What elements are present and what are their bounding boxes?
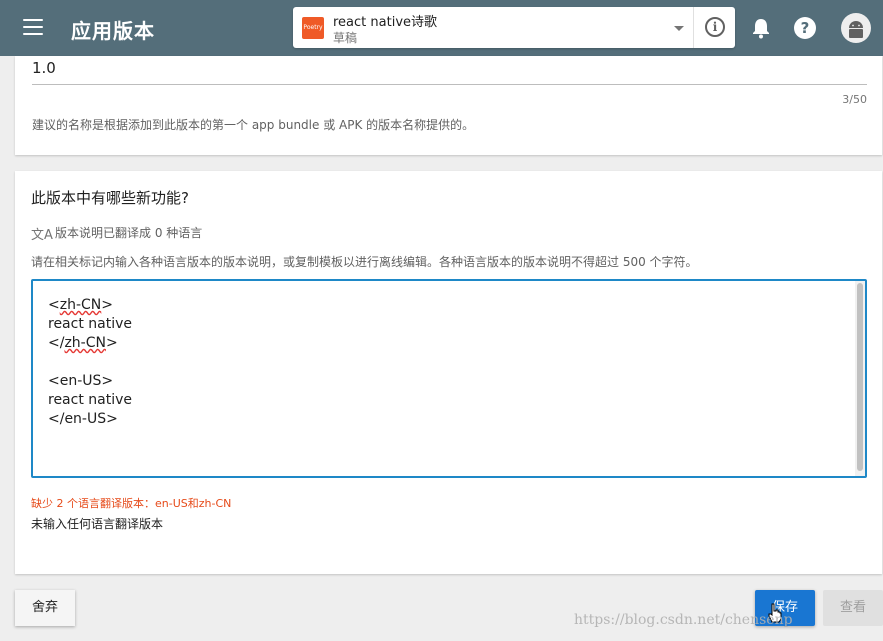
bell-icon[interactable]: [751, 17, 771, 39]
untranslated-message: 未输入任何语言翻译版本: [31, 517, 164, 531]
character-counter: 3/50: [842, 93, 867, 106]
input-underline: [32, 84, 867, 85]
release-notes-textarea[interactable]: <zh-CN> react native </zh-CN> <en-US> re…: [31, 279, 867, 478]
android-icon: [849, 21, 863, 38]
top-app-bar: 应用版本 Poetry react native诗歌 草稿 i ?: [0, 0, 883, 56]
version-name-card: 1.0 3/50 建议的名称是根据添加到此版本的第一个 app bundle 或…: [15, 56, 882, 155]
info-icon[interactable]: i: [705, 17, 725, 37]
view-button[interactable]: 查看: [823, 590, 883, 626]
section-title: 此版本中有哪些新功能?: [31, 189, 189, 207]
menu-icon[interactable]: [23, 19, 43, 35]
error-message: 缺少 2 个语言翻译版本：en-US和zh-CN: [31, 497, 232, 510]
translation-status: 版本说明已翻译成 0 种语言: [55, 226, 203, 240]
version-helper-text: 建议的名称是根据添加到此版本的第一个 app bundle 或 APK 的版本名…: [32, 118, 475, 132]
scrollbar[interactable]: [855, 281, 865, 476]
scrollbar-thumb[interactable]: [857, 283, 863, 471]
app-logo: Poetry: [302, 17, 324, 39]
release-notes-content: <zh-CN> react native </zh-CN> <en-US> re…: [48, 297, 133, 427]
instructions-text: 请在相关标记内输入各种语言版本的版本说明，或复制模板以进行离线编辑。各种语言版本…: [31, 255, 698, 269]
discard-button[interactable]: 舍弃: [15, 590, 75, 626]
watermark: https://blog.csdn.net/chensenp: [574, 612, 793, 628]
chevron-down-icon[interactable]: [674, 26, 684, 31]
divider: [693, 7, 694, 48]
app-name: react native诗歌: [333, 15, 438, 30]
help-icon[interactable]: ?: [794, 17, 816, 39]
app-selector[interactable]: Poetry react native诗歌 草稿 i: [293, 7, 735, 48]
app-status: 草稿: [333, 31, 358, 45]
avatar[interactable]: [841, 13, 871, 43]
version-name-input[interactable]: 1.0: [32, 59, 56, 77]
release-notes-card: 此版本中有哪些新功能? 文A 版本说明已翻译成 0 种语言 请在相关标记内输入各…: [15, 171, 882, 574]
page-title: 应用版本: [71, 19, 155, 43]
translate-icon: 文A: [31, 228, 53, 243]
